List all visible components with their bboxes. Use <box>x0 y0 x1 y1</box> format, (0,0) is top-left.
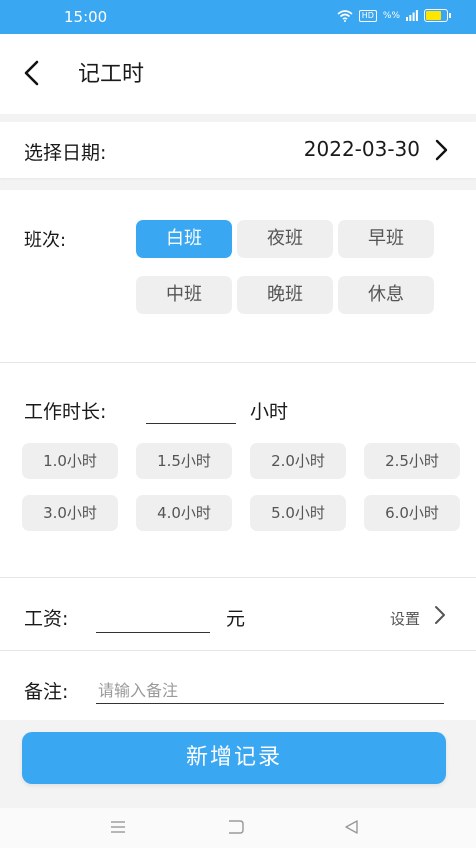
shift-section: 班次: 白班 夜班 早班 中班 晚班 休息 <box>0 190 476 363</box>
hd-badge: HD <box>358 9 377 22</box>
home-icon[interactable] <box>226 818 246 836</box>
hours-label: 工作时长: <box>24 401 107 423</box>
date-row[interactable]: 选择日期: 2022-03-30 <box>0 122 476 178</box>
shift-option-evening[interactable]: 晚班 <box>237 276 333 314</box>
note-label: 备注: <box>24 681 69 703</box>
status-time: 15:00 <box>64 8 108 26</box>
hours-preset-6[interactable]: 4.0小时 <box>136 495 232 531</box>
date-label: 选择日期: <box>24 142 107 164</box>
note-section: 备注: <box>0 651 476 720</box>
system-nav-bar <box>0 808 476 848</box>
network-text: %% <box>382 10 400 21</box>
signal-icon <box>406 10 418 21</box>
hours-preset-8[interactable]: 6.0小时 <box>364 495 460 531</box>
note-input[interactable] <box>96 677 444 704</box>
chevron-left-icon[interactable] <box>18 58 48 88</box>
hours-preset-7[interactable]: 5.0小时 <box>250 495 346 531</box>
chevron-right-icon[interactable] <box>430 138 452 162</box>
hours-preset-3[interactable]: 2.0小时 <box>250 443 346 479</box>
wage-unit: 元 <box>226 608 246 630</box>
status-bar: 15:00 HD %% <box>0 0 476 34</box>
chevron-right-icon[interactable] <box>430 604 450 626</box>
back-triangle-icon[interactable] <box>342 818 362 836</box>
hours-preset-4[interactable]: 2.5小时 <box>364 443 460 479</box>
wage-label: 工资: <box>24 608 69 630</box>
hours-preset-2[interactable]: 1.5小时 <box>136 443 232 479</box>
app-header: 记工时 <box>0 34 476 114</box>
menu-icon[interactable] <box>108 818 128 836</box>
shift-option-morning[interactable]: 早班 <box>338 220 434 258</box>
form-card: 班次: 白班 夜班 早班 中班 晚班 休息 工作时长: 小时 1.0小时 1.5… <box>0 190 476 720</box>
hours-preset-5[interactable]: 3.0小时 <box>22 495 118 531</box>
battery-icon <box>424 9 451 22</box>
add-record-button[interactable]: 新增记录 <box>22 732 446 784</box>
date-value[interactable]: 2022-03-30 <box>304 137 420 161</box>
wage-section: 工资: 元 设置 <box>0 578 476 651</box>
hours-preset-1[interactable]: 1.0小时 <box>22 443 118 479</box>
shift-option-night[interactable]: 夜班 <box>237 220 333 258</box>
shift-option-rest[interactable]: 休息 <box>338 276 434 314</box>
status-icons: HD %% <box>337 9 451 22</box>
shift-option-middle[interactable]: 中班 <box>136 276 232 314</box>
shift-label: 班次: <box>24 230 67 251</box>
wage-setting-link[interactable]: 设置 <box>390 608 420 629</box>
shift-option-day[interactable]: 白班 <box>136 220 232 258</box>
battery-level <box>426 11 442 20</box>
wifi-icon <box>337 9 353 22</box>
page-title: 记工时 <box>78 62 145 87</box>
hours-section: 工作时长: 小时 1.0小时 1.5小时 2.0小时 2.5小时 3.0小时 4… <box>0 363 476 578</box>
hours-input[interactable] <box>146 399 236 424</box>
wage-input[interactable] <box>96 606 210 633</box>
hours-unit: 小时 <box>250 401 289 423</box>
